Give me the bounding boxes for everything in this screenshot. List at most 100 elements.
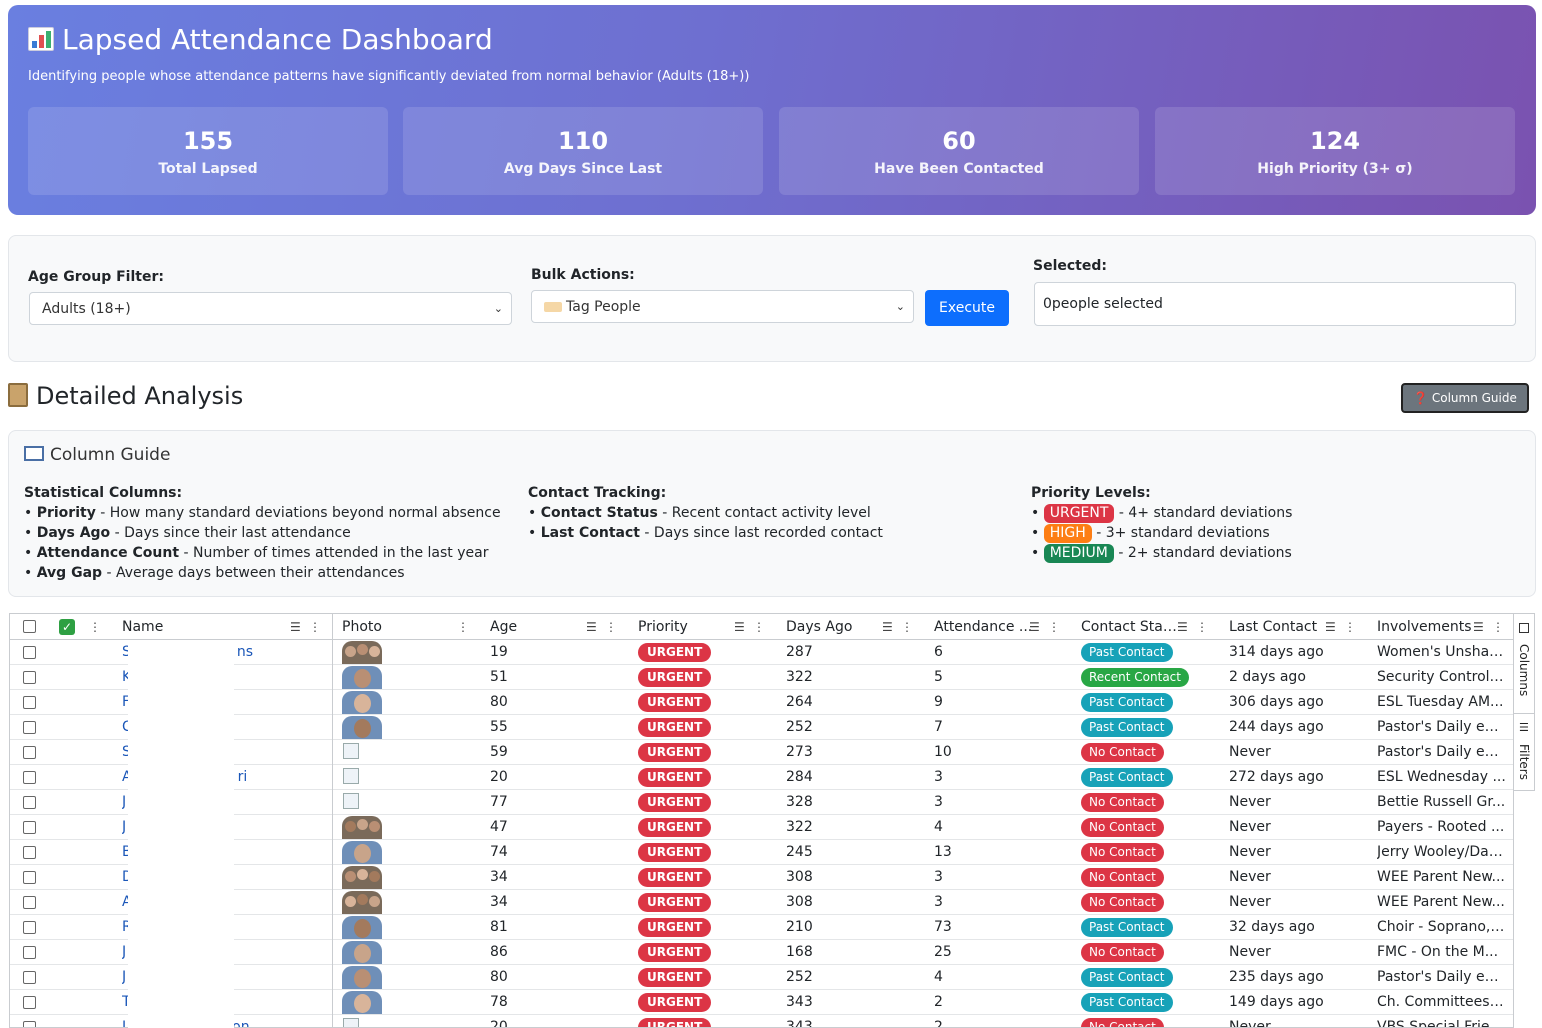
- table-row[interactable]: J 86 URGENT 168 25 No Contact Never FMC - On th…: [10, 940, 1513, 965]
- days-ago-cell: 168: [786, 944, 813, 960]
- avatar: [342, 641, 382, 664]
- guide-item: • Days Ago - Days since their last atten…: [24, 525, 351, 541]
- filter-icon[interactable]: ☰: [1325, 614, 1336, 640]
- table-row[interactable]: Ari 20 URGENT 284 3 Past Contact 272 days ago E…: [10, 765, 1513, 790]
- header-name[interactable]: Name: [122, 614, 292, 639]
- column-menu-icon[interactable]: ⋮: [1492, 614, 1504, 640]
- filter-icon[interactable]: ☰: [586, 614, 597, 640]
- column-divider: [332, 965, 333, 990]
- contact-status-badge: No Contact: [1081, 943, 1164, 962]
- column-menu-icon[interactable]: ⋮: [605, 614, 617, 640]
- priority-cell: URGENT: [638, 840, 748, 865]
- attendance-cell: 4: [934, 819, 943, 835]
- table-row[interactable]: Sns 19 URGENT 287 6 Past Contact 314 days ago W…: [10, 640, 1513, 665]
- filters-tab[interactable]: ☰ Filters: [1514, 714, 1535, 792]
- header-priority[interactable]: Priority: [638, 614, 728, 639]
- priority-cell: URGENT: [638, 965, 748, 990]
- table-row[interactable]: T 78 URGENT 343 2 Past Contact 149 days ago Ch.…: [10, 990, 1513, 1015]
- table-row[interactable]: B 74 URGENT 245 13 No Contact Never Jerry Woole…: [10, 840, 1513, 865]
- header-attendance[interactable]: Attendance ...: [934, 614, 1034, 639]
- row-checkbox[interactable]: [23, 721, 36, 734]
- header-contact-status[interactable]: Contact Stat...: [1081, 614, 1177, 639]
- row-checkbox[interactable]: [23, 646, 36, 659]
- row-checkbox[interactable]: [23, 846, 36, 859]
- table-row[interactable]: D34URGENT3083No ContactNeverWEE Parent N…: [10, 865, 1513, 890]
- table-row[interactable]: S 59 URGENT 273 10 No Contact Never Pastor's Da…: [10, 740, 1513, 765]
- broken-image-icon: [343, 1018, 359, 1027]
- contact-status-cell: Recent Contact: [1081, 665, 1221, 690]
- stat-value: 110: [557, 127, 609, 155]
- filter-icon[interactable]: ☰: [290, 614, 301, 640]
- column-menu-icon[interactable]: ⋮: [753, 614, 765, 640]
- column-menu-icon[interactable]: ⋮: [309, 614, 321, 640]
- table-row[interactable]: Jon 20 URGENT 343 2 No Contact Never VBS Specia…: [10, 1015, 1513, 1028]
- contact-status-badge: Past Contact: [1081, 718, 1173, 737]
- column-menu-icon[interactable]: ⋮: [901, 614, 913, 640]
- header-involvements[interactable]: Involvements: [1377, 614, 1473, 639]
- row-checkbox[interactable]: [23, 821, 36, 834]
- execute-button[interactable]: Execute: [925, 290, 1009, 326]
- priority-cell: URGENT: [638, 665, 748, 690]
- contact-status-cell: No Contact: [1081, 890, 1221, 915]
- row-checkbox[interactable]: [23, 696, 36, 709]
- row-checkbox[interactable]: [23, 796, 36, 809]
- table-row[interactable]: C 55 URGENT 252 7 Past Contact 244 days ago Pas…: [10, 715, 1513, 740]
- bulk-action-select[interactable]: Tag People ⌄: [531, 290, 914, 323]
- filter-icon[interactable]: ☰: [882, 614, 893, 640]
- priority-badge: URGENT: [638, 743, 712, 762]
- column-divider: [332, 940, 333, 965]
- guide-desc: - Average days between their attendances: [102, 565, 405, 581]
- header-days-ago[interactable]: Days Ago: [786, 614, 876, 639]
- dashboard-header: Lapsed Attendance Dashboard Identifying …: [8, 5, 1536, 215]
- column-menu-icon[interactable]: ⋮: [1196, 614, 1208, 640]
- row-checkbox[interactable]: [23, 746, 36, 759]
- filter-icon[interactable]: ☰: [734, 614, 745, 640]
- table-row[interactable]: A 34 URGENT 308 3 No Contact Never WEE Parent N…: [10, 890, 1513, 915]
- column-menu-icon[interactable]: ⋮: [457, 614, 469, 640]
- row-checkbox[interactable]: [23, 921, 36, 934]
- row-checkbox[interactable]: [23, 771, 36, 784]
- table-row[interactable]: F 80 URGENT 264 9 Past Contact 306 days ago ESL…: [10, 690, 1513, 715]
- column-divider: [332, 890, 333, 915]
- involvements-cell: VBS Special Frie...: [1377, 1019, 1503, 1028]
- days-ago-cell: 328: [786, 794, 813, 810]
- row-checkbox[interactable]: [23, 671, 36, 684]
- row-checkbox[interactable]: [23, 1021, 36, 1027]
- column-menu-icon[interactable]: ⋮: [1048, 614, 1060, 640]
- table-row[interactable]: J 47 URGENT 322 4 No Contact Never Payers - Roo…: [10, 815, 1513, 840]
- row-checkbox[interactable]: [23, 871, 36, 884]
- select-all-checkbox[interactable]: [23, 620, 36, 633]
- header-last-contact[interactable]: Last Contact: [1229, 614, 1325, 639]
- guide-term: Days Ago: [36, 525, 111, 541]
- filter-icon[interactable]: ☰: [1177, 614, 1188, 640]
- columns-tab[interactable]: Columns: [1514, 614, 1535, 714]
- column-menu-icon[interactable]: ⋮: [89, 614, 101, 640]
- header-photo[interactable]: Photo: [342, 614, 442, 639]
- row-checkbox[interactable]: [23, 996, 36, 1009]
- header-age[interactable]: Age: [490, 614, 580, 639]
- column-divider: [332, 740, 333, 765]
- row-checkbox[interactable]: [23, 946, 36, 959]
- days-ago-cell: 252: [786, 719, 813, 735]
- involvements-cell: Ch. Committees ,...: [1377, 994, 1507, 1010]
- column-guide-button[interactable]: ❓ Column Guide: [1401, 383, 1529, 413]
- priority-badge: URGENT: [638, 818, 712, 837]
- age-group-select[interactable]: Adults (18+) ⌄: [29, 292, 512, 325]
- days-ago-cell: 322: [786, 819, 813, 835]
- table-row[interactable]: R 81 URGENT 210 73 Past Contact 32 days ago Cho…: [10, 915, 1513, 940]
- avatar: [342, 691, 382, 714]
- filter-icon[interactable]: ☰: [1029, 614, 1040, 640]
- table-row[interactable]: J 80 URGENT 252 4 Past Contact 235 days ago Pas…: [10, 965, 1513, 990]
- row-checkbox[interactable]: [23, 971, 36, 984]
- table-row[interactable]: J 77 URGENT 328 3 No Contact Never Bettie Russe…: [10, 790, 1513, 815]
- days-ago-cell: 308: [786, 894, 813, 910]
- column-menu-icon[interactable]: ⋮: [1344, 614, 1356, 640]
- filter-icon[interactable]: ☰: [1473, 614, 1484, 640]
- attendance-cell: 73: [934, 919, 952, 935]
- last-contact-cell: Never: [1229, 894, 1271, 910]
- table-row[interactable]: K 51 URGENT 322 5 Recent Contact 2 days ago Sec…: [10, 665, 1513, 690]
- bulk-action-value: Tag People: [566, 299, 641, 315]
- row-checkbox[interactable]: [23, 896, 36, 909]
- involvements-cell: WEE Parent New...: [1377, 894, 1505, 910]
- age-cell: 80: [490, 969, 508, 985]
